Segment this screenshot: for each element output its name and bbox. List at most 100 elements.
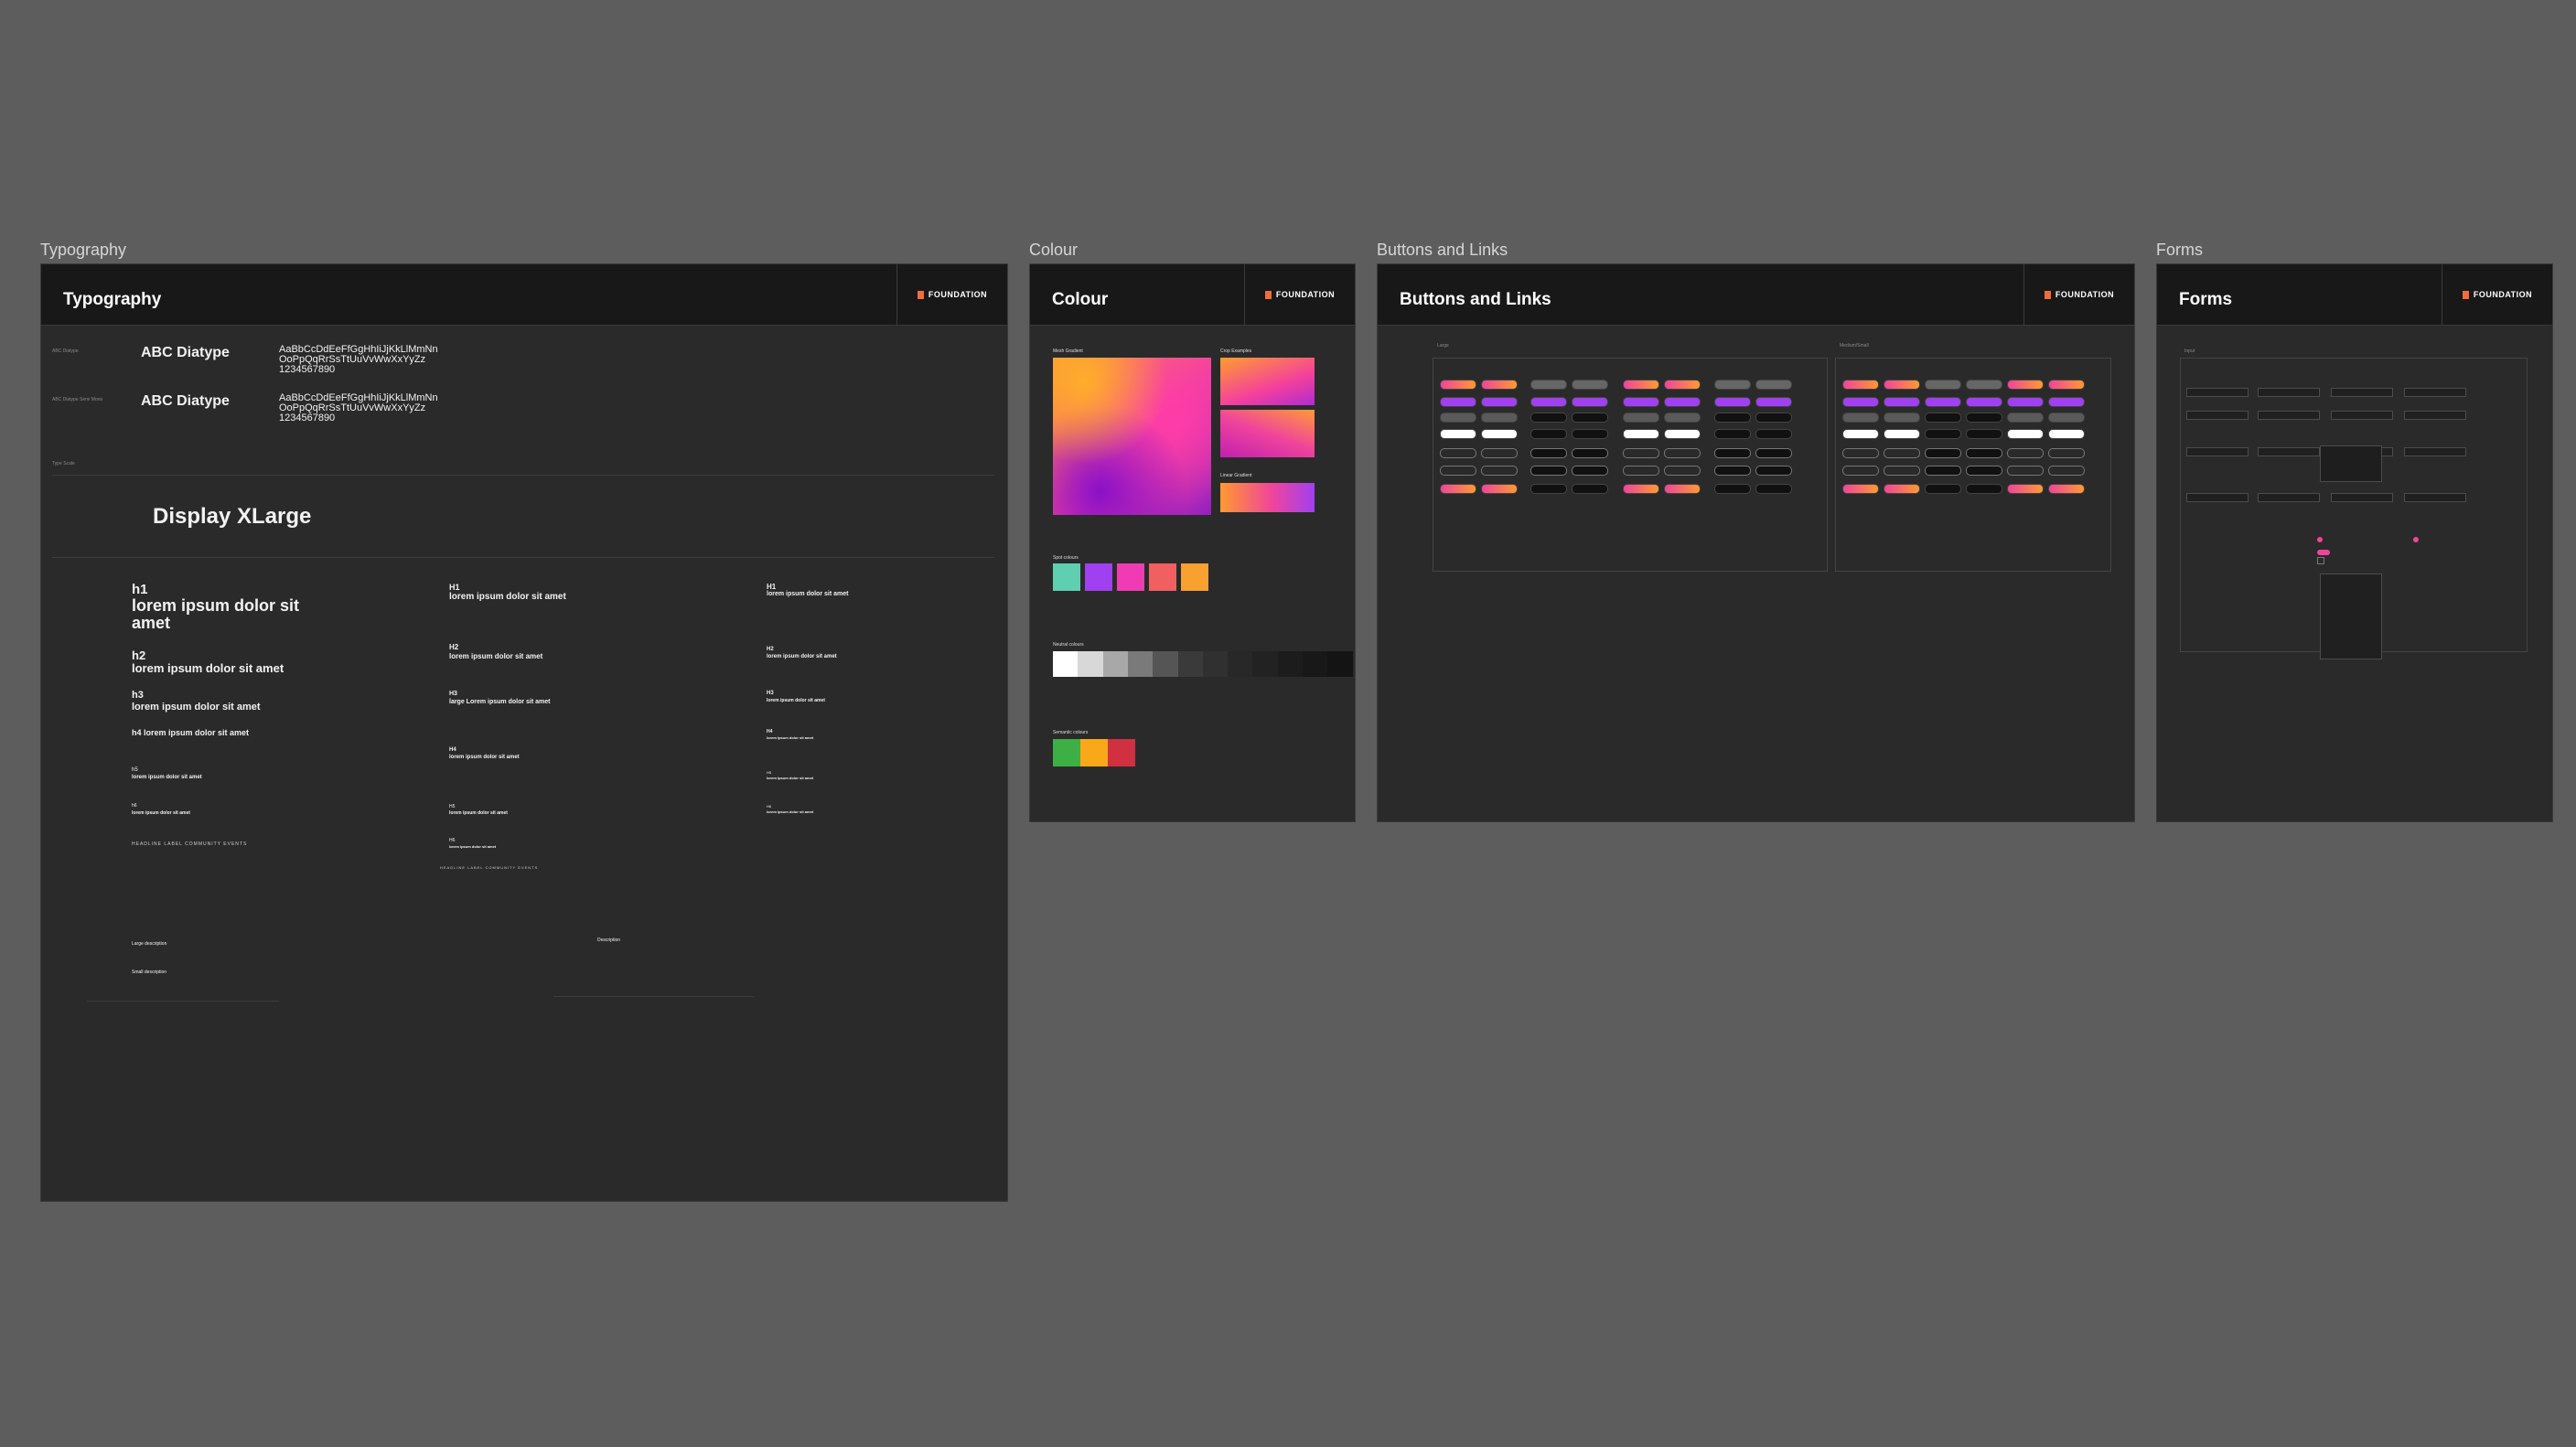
input-field[interactable]: [2331, 493, 2393, 502]
demo-button[interactable]: [1925, 397, 1961, 407]
demo-button[interactable]: [1714, 380, 1751, 390]
demo-button[interactable]: [1572, 429, 1608, 439]
demo-button[interactable]: [1966, 413, 2002, 423]
demo-button[interactable]: [1440, 466, 1476, 476]
demo-button[interactable]: [1755, 397, 1792, 407]
dropdown-menu[interactable]: [2320, 445, 2382, 482]
demo-button[interactable]: [1440, 484, 1476, 494]
demo-button[interactable]: [2048, 429, 2085, 439]
demo-button[interactable]: [1530, 484, 1567, 494]
input-field[interactable]: [2258, 493, 2320, 502]
demo-button[interactable]: [1842, 448, 1879, 458]
input-field[interactable]: [2258, 388, 2320, 397]
demo-button[interactable]: [1714, 413, 1751, 423]
demo-button[interactable]: [1440, 397, 1476, 407]
demo-button[interactable]: [1714, 397, 1751, 407]
demo-button[interactable]: [1530, 448, 1567, 458]
demo-button[interactable]: [2048, 397, 2085, 407]
demo-button[interactable]: [1664, 380, 1701, 390]
input-field[interactable]: [2331, 411, 2393, 420]
demo-button[interactable]: [1842, 380, 1879, 390]
checkbox[interactable]: [2317, 557, 2324, 564]
demo-button[interactable]: [1714, 484, 1751, 494]
input-field[interactable]: [2404, 493, 2466, 502]
demo-button[interactable]: [1664, 466, 1701, 476]
input-field[interactable]: [2186, 411, 2249, 420]
forms-frame[interactable]: Forms FOUNDATION Input: [2156, 263, 2553, 822]
demo-button[interactable]: [1440, 380, 1476, 390]
frame-label-buttons[interactable]: Buttons and Links: [1377, 241, 1508, 260]
frame-label-colour[interactable]: Colour: [1029, 241, 1078, 260]
demo-button[interactable]: [1842, 466, 1879, 476]
demo-button[interactable]: [1481, 429, 1518, 439]
demo-button[interactable]: [1530, 429, 1567, 439]
demo-button[interactable]: [1481, 466, 1518, 476]
demo-button[interactable]: [2048, 466, 2085, 476]
demo-button[interactable]: [1755, 380, 1792, 390]
demo-button[interactable]: [1884, 448, 1920, 458]
demo-button[interactable]: [1925, 466, 1961, 476]
demo-button[interactable]: [1925, 380, 1961, 390]
demo-button[interactable]: [1572, 484, 1608, 494]
demo-button[interactable]: [1664, 429, 1701, 439]
demo-button[interactable]: [1884, 429, 1920, 439]
demo-button[interactable]: [1966, 448, 2002, 458]
demo-button[interactable]: [2048, 448, 2085, 458]
demo-button[interactable]: [1623, 413, 1659, 423]
demo-button[interactable]: [1440, 429, 1476, 439]
demo-button[interactable]: [1664, 397, 1701, 407]
demo-button[interactable]: [1572, 413, 1608, 423]
demo-button[interactable]: [1884, 466, 1920, 476]
demo-button[interactable]: [1714, 466, 1751, 476]
input-field[interactable]: [2186, 388, 2249, 397]
radio-selected[interactable]: [2317, 537, 2323, 542]
demo-button[interactable]: [1664, 413, 1701, 423]
demo-button[interactable]: [1966, 484, 2002, 494]
demo-button[interactable]: [1440, 448, 1476, 458]
demo-button[interactable]: [1623, 484, 1659, 494]
demo-button[interactable]: [1572, 380, 1608, 390]
demo-button[interactable]: [1842, 413, 1879, 423]
demo-button[interactable]: [2007, 429, 2044, 439]
frame-label-typography[interactable]: Typography: [40, 241, 126, 260]
buttons-frame[interactable]: Buttons and Links FOUNDATION Large Mediu…: [1377, 263, 2135, 822]
input-field[interactable]: [2404, 411, 2466, 420]
demo-button[interactable]: [1440, 413, 1476, 423]
input-field[interactable]: [2186, 493, 2249, 502]
demo-button[interactable]: [1966, 429, 2002, 439]
demo-button[interactable]: [1572, 397, 1608, 407]
demo-button[interactable]: [2007, 397, 2044, 407]
demo-button[interactable]: [1925, 429, 1961, 439]
demo-button[interactable]: [1623, 429, 1659, 439]
demo-button[interactable]: [1530, 466, 1567, 476]
demo-button[interactable]: [1714, 429, 1751, 439]
demo-button[interactable]: [2048, 413, 2085, 423]
demo-button[interactable]: [1884, 397, 1920, 407]
demo-button[interactable]: [1925, 448, 1961, 458]
demo-button[interactable]: [1481, 380, 1518, 390]
frame-label-forms[interactable]: Forms: [2156, 241, 2203, 260]
demo-button[interactable]: [1623, 397, 1659, 407]
demo-button[interactable]: [1925, 484, 1961, 494]
input-field[interactable]: [2331, 388, 2393, 397]
demo-button[interactable]: [2007, 380, 2044, 390]
demo-button[interactable]: [1481, 397, 1518, 407]
demo-button[interactable]: [1481, 413, 1518, 423]
input-field[interactable]: [2186, 447, 2249, 456]
input-field[interactable]: [2258, 411, 2320, 420]
demo-button[interactable]: [1966, 380, 2002, 390]
demo-button[interactable]: [2007, 484, 2044, 494]
demo-button[interactable]: [2048, 380, 2085, 390]
input-field[interactable]: [2404, 447, 2466, 456]
demo-button[interactable]: [1966, 397, 2002, 407]
demo-button[interactable]: [1481, 484, 1518, 494]
demo-button[interactable]: [2007, 413, 2044, 423]
demo-button[interactable]: [1664, 484, 1701, 494]
demo-button[interactable]: [1842, 429, 1879, 439]
demo-button[interactable]: [1623, 466, 1659, 476]
demo-button[interactable]: [1572, 466, 1608, 476]
demo-button[interactable]: [1530, 413, 1567, 423]
radio-selected[interactable]: [2413, 537, 2419, 542]
demo-button[interactable]: [2007, 466, 2044, 476]
demo-button[interactable]: [1530, 380, 1567, 390]
